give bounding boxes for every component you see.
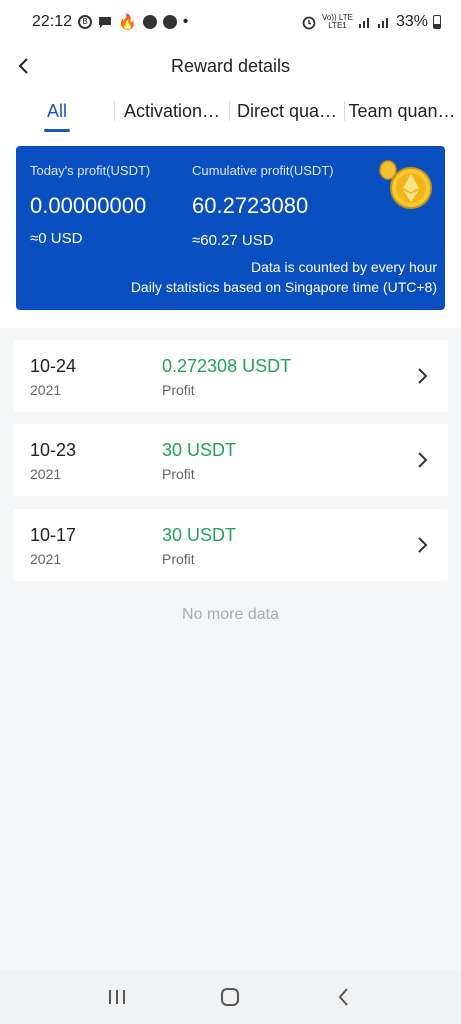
tab-team-quantity[interactable]: Team quan… bbox=[345, 88, 459, 134]
record-date: 10-24 bbox=[30, 356, 77, 376]
record-amount: 30 USDT bbox=[162, 525, 237, 545]
jio-icon bbox=[142, 15, 157, 29]
message-icon bbox=[99, 17, 112, 28]
more-dot-icon: • bbox=[182, 13, 189, 30]
battery-icon bbox=[433, 15, 441, 29]
tab-bar: All Activation… Direct qua… Team quan… bbox=[0, 88, 461, 134]
signal-icon bbox=[358, 18, 369, 28]
no-more-data-text: No more data bbox=[182, 606, 279, 623]
back-button[interactable] bbox=[10, 52, 38, 80]
system-nav-bar bbox=[0, 970, 461, 1024]
flame-icon: 🔥 bbox=[118, 14, 137, 31]
today-profit-value: 0.00000000 bbox=[30, 193, 147, 218]
alarm-icon bbox=[302, 16, 316, 30]
record-date: 10-17 bbox=[30, 525, 77, 545]
status-bar: 22:12 B 🔥 • Vo)) LTE LTE1 33% bbox=[0, 0, 461, 44]
chevron-right-icon bbox=[418, 537, 428, 553]
b-notification-icon: B bbox=[78, 15, 93, 29]
status-right: Vo)) LTE LTE1 33% bbox=[301, 13, 441, 31]
system-back-button[interactable] bbox=[324, 977, 364, 1017]
record-label: Profit bbox=[162, 382, 195, 398]
back-arrow-icon bbox=[338, 988, 348, 1006]
chevron-left-icon bbox=[18, 58, 28, 74]
cumulative-profit-value: 60.2723080 bbox=[192, 193, 309, 218]
record-year: 2021 bbox=[30, 466, 62, 482]
tab-direct-quantity[interactable]: Direct qua… bbox=[230, 88, 344, 134]
profit-card: Today's profit(USDT) 0.00000000 ≈0 USD C… bbox=[16, 146, 445, 310]
network-type-icon: Vo)) LTE LTE1 bbox=[322, 14, 353, 30]
network-bottom-text: LTE1 bbox=[328, 21, 347, 30]
home-button[interactable] bbox=[210, 977, 250, 1017]
profit-section: Today's profit(USDT) 0.00000000 ≈0 USD C… bbox=[0, 134, 461, 328]
timezone-note: Daily statistics based on Singapore time… bbox=[130, 279, 437, 295]
chevron-right-icon bbox=[418, 452, 428, 468]
record-date: 10-23 bbox=[30, 440, 77, 460]
today-profit-usd: ≈0 USD bbox=[30, 230, 83, 247]
record-amount: 30 USDT bbox=[162, 440, 237, 460]
record-label: Profit bbox=[162, 466, 195, 482]
status-left: 22:12 B 🔥 • bbox=[32, 13, 188, 31]
list-item[interactable]: 10-17 2021 30 USDT Profit bbox=[13, 509, 448, 581]
chevron-right-icon bbox=[418, 368, 428, 384]
cumulative-profit-usd: ≈60.27 USD bbox=[192, 232, 274, 249]
recent-apps-button[interactable] bbox=[97, 977, 137, 1017]
tab-all[interactable]: All bbox=[0, 88, 114, 134]
battery-percent: 33% bbox=[395, 13, 428, 30]
facebook-icon bbox=[162, 15, 177, 29]
ethereum-coin-icon bbox=[379, 160, 432, 209]
home-icon bbox=[221, 988, 240, 1006]
list-item[interactable]: 10-23 2021 30 USDT Profit bbox=[13, 424, 448, 496]
signal-2-icon bbox=[377, 18, 388, 28]
list-item[interactable]: 10-24 2021 0.272308 USDT Profit bbox=[13, 340, 448, 412]
recent-apps-icon bbox=[108, 990, 125, 1004]
data-counting-note: Data is counted by every hour bbox=[251, 259, 437, 275]
record-year: 2021 bbox=[30, 551, 62, 567]
record-label: Profit bbox=[162, 551, 195, 567]
page-title: Reward details bbox=[170, 55, 291, 76]
header-bar: Reward details bbox=[0, 44, 461, 88]
record-amount: 0.272308 USDT bbox=[162, 356, 292, 376]
cumulative-profit-label: Cumulative profit(USDT) bbox=[192, 163, 334, 178]
tab-activation[interactable]: Activation… bbox=[115, 88, 229, 134]
record-year: 2021 bbox=[30, 382, 62, 398]
today-profit-label: Today's profit(USDT) bbox=[30, 163, 151, 178]
status-time: 22:12 bbox=[32, 13, 73, 30]
